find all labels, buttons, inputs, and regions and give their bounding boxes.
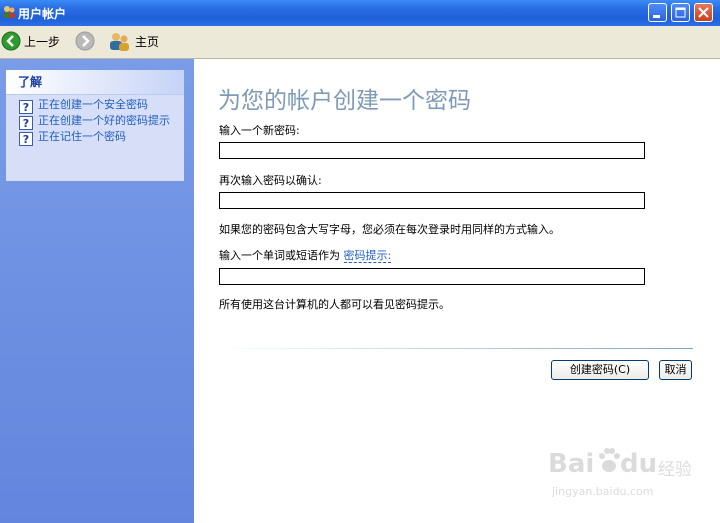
- task-label: 正在创建一个好的密码提示: [38, 114, 170, 127]
- task-label: 正在记住一个密码: [38, 130, 126, 143]
- hint-label-prefix: 输入一个单词或短语作为: [219, 249, 340, 262]
- password-hint-input[interactable]: [219, 268, 645, 285]
- minimize-button[interactable]: [648, 3, 667, 22]
- case-sensitivity-note: 如果您的密码包含大写字母，您必须在每次登录时用同样的方式输入。: [219, 223, 560, 236]
- help-icon: ?: [19, 116, 33, 130]
- help-icon: ?: [19, 100, 33, 114]
- maximize-button[interactable]: [671, 3, 690, 22]
- home-label: 主页: [135, 35, 160, 49]
- cancel-button[interactable]: 取消: [659, 360, 692, 380]
- task-password-hint[interactable]: ? 正在创建一个好的密码提示: [6, 114, 178, 130]
- separator: [217, 348, 693, 349]
- new-password-input[interactable]: [219, 142, 645, 159]
- watermark-product: 经验: [658, 460, 692, 480]
- user-accounts-icon: [3, 6, 15, 18]
- maximize-icon: [675, 7, 686, 18]
- forward-arrow-icon[interactable]: [74, 29, 96, 53]
- confirm-password-input[interactable]: [219, 192, 645, 209]
- task-remember-password[interactable]: ? 正在记住一个密码: [6, 130, 178, 146]
- task-secure-password[interactable]: ? 正在创建一个安全密码: [6, 98, 178, 114]
- help-icon: ?: [19, 132, 33, 146]
- window-title: 用户帐户: [18, 7, 67, 21]
- minimize-icon: [653, 15, 660, 18]
- navigation-toolbar: 上一步 主页: [0, 26, 720, 59]
- panel-body: ? 正在创建一个安全密码 ? 正在创建一个好的密码提示 ? 正在记住一个密码: [6, 95, 184, 181]
- baidu-watermark: Bai du 经验 jingyan.baidu.com: [548, 443, 698, 505]
- learn-about-panel: 了解 ? 正在创建一个安全密码 ? 正在创建一个好的密码提示 ? 正在记住一个密…: [6, 70, 184, 181]
- password-hint-link[interactable]: 密码提示:: [343, 249, 392, 263]
- close-icon: [698, 7, 709, 18]
- sidebar: 了解 ? 正在创建一个安全密码 ? 正在创建一个好的密码提示 ? 正在记住一个密…: [0, 59, 194, 523]
- watermark-brand: Bai: [548, 449, 595, 479]
- svg-text:?: ?: [23, 117, 29, 130]
- new-password-label: 输入一个新密码:: [219, 124, 300, 137]
- task-label: 正在创建一个安全密码: [38, 98, 148, 111]
- page-title: 为您的帐户创建一个密码: [218, 88, 471, 114]
- watermark-brand-suffix: du: [620, 449, 658, 479]
- users-home-icon: [110, 33, 129, 51]
- hint-visibility-note: 所有使用这台计算机的人都可以看见密码提示。: [219, 298, 450, 311]
- panel-title: 了解: [6, 70, 184, 95]
- svg-text:?: ?: [23, 101, 29, 114]
- watermark-url: jingyan.baidu.com: [552, 485, 654, 498]
- close-button[interactable]: [694, 3, 713, 22]
- paw-icon: [599, 448, 620, 472]
- hint-label: 输入一个单词或短语作为 密码提示:: [219, 247, 392, 263]
- confirm-password-label: 再次输入密码以确认:: [219, 174, 322, 187]
- create-password-button[interactable]: 创建密码(C): [551, 360, 649, 380]
- back-label: 上一步: [24, 35, 61, 49]
- svg-text:?: ?: [23, 133, 29, 146]
- title-bar: 用户帐户: [0, 0, 720, 26]
- back-arrow-icon: [1, 31, 21, 51]
